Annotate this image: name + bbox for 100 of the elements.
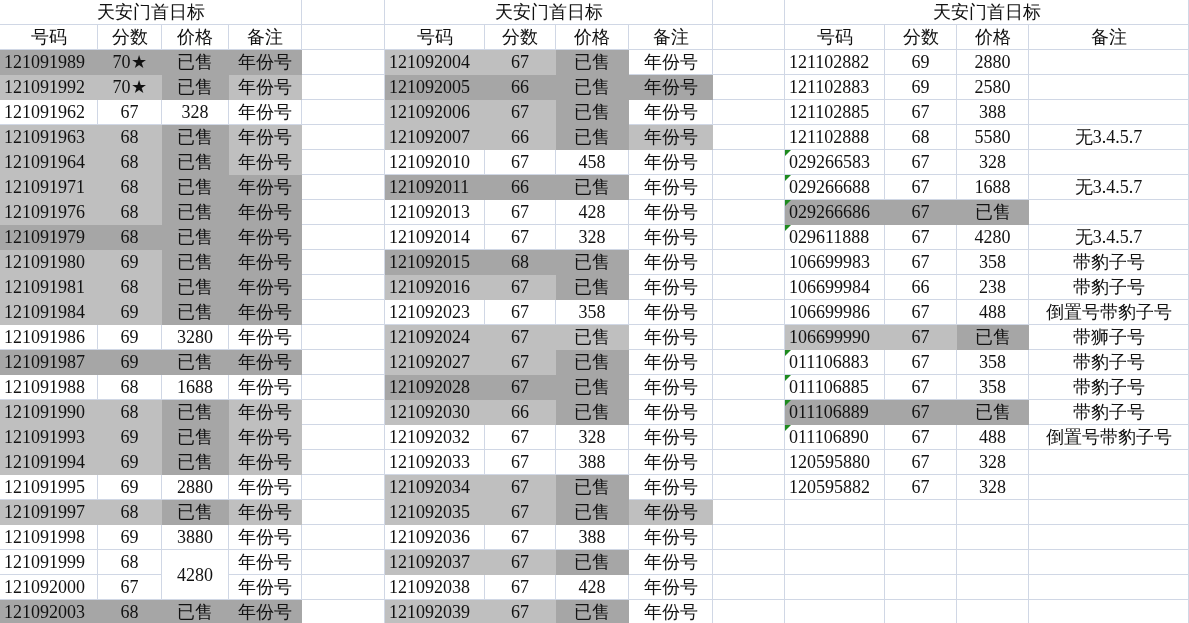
number-cell: 121091987 <box>0 350 98 375</box>
note-cell: 年份号 <box>229 550 302 575</box>
score-cell: 68 <box>98 125 162 150</box>
score-cell: 67 <box>485 300 556 325</box>
number-cell: 011106885 <box>785 375 885 400</box>
price-cell: 已售 <box>957 325 1029 350</box>
number-cell: 121092011 <box>385 175 485 200</box>
note-cell: 带狮子号 <box>1029 325 1189 350</box>
score-cell: 68 <box>98 375 162 400</box>
price-cell: 已售 <box>556 375 629 400</box>
price-cell: 已售 <box>556 325 629 350</box>
number-cell: 121091995 <box>0 475 98 500</box>
number-cell: 121092027 <box>385 350 485 375</box>
price-cell: 已售 <box>556 250 629 275</box>
score-cell: 67 <box>885 175 957 200</box>
number-cell: 121091990 <box>0 400 98 425</box>
score-cell: 66 <box>485 400 556 425</box>
score-cell: 67 <box>98 100 162 125</box>
note-cell: 年份号 <box>229 400 302 425</box>
score-cell: 67 <box>885 425 957 450</box>
price-cell: 已售 <box>556 475 629 500</box>
price-cell: 1688 <box>162 375 229 400</box>
number-cell: 121091963 <box>0 125 98 150</box>
score-cell: 69 <box>98 525 162 550</box>
number-cell: 011106883 <box>785 350 885 375</box>
price-cell: 328 <box>957 150 1029 175</box>
price-cell: 已售 <box>556 275 629 300</box>
note-cell: 年份号 <box>229 575 302 600</box>
price-cell: 388 <box>556 525 629 550</box>
score-cell: 68 <box>98 150 162 175</box>
note-cell: 年份号 <box>629 50 713 75</box>
score-cell: 68 <box>98 600 162 623</box>
note-cell: 年份号 <box>629 450 713 475</box>
number-cell: 121092032 <box>385 425 485 450</box>
price-cell: 328 <box>556 425 629 450</box>
price-cell: 328 <box>957 475 1029 500</box>
price-cell: 5580 <box>957 125 1029 150</box>
score-cell: 67 <box>485 575 556 600</box>
number-cell: 121091979 <box>0 225 98 250</box>
number-cell: 121102888 <box>785 125 885 150</box>
price-cell: 488 <box>957 425 1029 450</box>
price-cell: 已售 <box>162 250 229 275</box>
price-cell: 2880 <box>162 475 229 500</box>
number-cell: 121092016 <box>385 275 485 300</box>
score-cell: 67 <box>485 225 556 250</box>
note-cell: 年份号 <box>629 500 713 525</box>
note-cell: 带豹子号 <box>1029 250 1189 275</box>
note-cell: 年份号 <box>229 300 302 325</box>
column-header: 号码 <box>785 25 885 50</box>
number-cell: 121091994 <box>0 450 98 475</box>
note-cell: 带豹子号 <box>1029 275 1189 300</box>
score-cell: 66 <box>485 125 556 150</box>
score-cell: 68 <box>485 250 556 275</box>
score-cell: 69 <box>98 350 162 375</box>
score-cell: 67 <box>485 550 556 575</box>
note-cell: 年份号 <box>229 125 302 150</box>
score-cell: 67 <box>485 425 556 450</box>
score-cell: 70★ <box>98 50 162 75</box>
column-header: 价格 <box>957 25 1029 50</box>
number-cell: 121092030 <box>385 400 485 425</box>
score-cell: 67 <box>485 200 556 225</box>
note-cell: 年份号 <box>629 200 713 225</box>
note-cell: 带豹子号 <box>1029 400 1189 425</box>
number-cell: 121092006 <box>385 100 485 125</box>
note-cell: 年份号 <box>229 150 302 175</box>
column-header: 备注 <box>629 25 713 50</box>
note-cell: 年份号 <box>629 150 713 175</box>
number-cell: 121102885 <box>785 100 885 125</box>
number-cell: 121092024 <box>385 325 485 350</box>
note-cell: 无3.4.5.7 <box>1029 125 1189 150</box>
number-cell: 121091989 <box>0 50 98 75</box>
number-cell: 106699984 <box>785 275 885 300</box>
score-cell: 67 <box>885 300 957 325</box>
note-cell: 年份号 <box>229 75 302 100</box>
number-cell: 120595880 <box>785 450 885 475</box>
number-cell: 121091981 <box>0 275 98 300</box>
note-cell: 年份号 <box>629 75 713 100</box>
number-cell: 121091998 <box>0 525 98 550</box>
score-cell: 67 <box>485 100 556 125</box>
note-cell: 年份号 <box>629 550 713 575</box>
number-cell: 121092003 <box>0 600 98 623</box>
price-cell: 已售 <box>162 125 229 150</box>
score-cell: 69 <box>98 425 162 450</box>
table-title: 天安门首日标 <box>385 0 713 25</box>
number-cell: 121092013 <box>385 200 485 225</box>
note-cell: 年份号 <box>629 325 713 350</box>
price-cell: 已售 <box>162 450 229 475</box>
price-cell: 已售 <box>162 600 229 623</box>
price-cell: 4280 <box>957 225 1029 250</box>
number-cell: 121091964 <box>0 150 98 175</box>
score-cell: 66 <box>485 75 556 100</box>
price-cell: 358 <box>957 375 1029 400</box>
score-cell: 67 <box>885 100 957 125</box>
score-cell: 67 <box>885 350 957 375</box>
note-cell: 年份号 <box>629 375 713 400</box>
score-cell: 68 <box>98 225 162 250</box>
note-cell: 年份号 <box>629 100 713 125</box>
note-cell: 年份号 <box>629 575 713 600</box>
number-cell: 121092015 <box>385 250 485 275</box>
price-cell: 4280 <box>162 550 229 600</box>
